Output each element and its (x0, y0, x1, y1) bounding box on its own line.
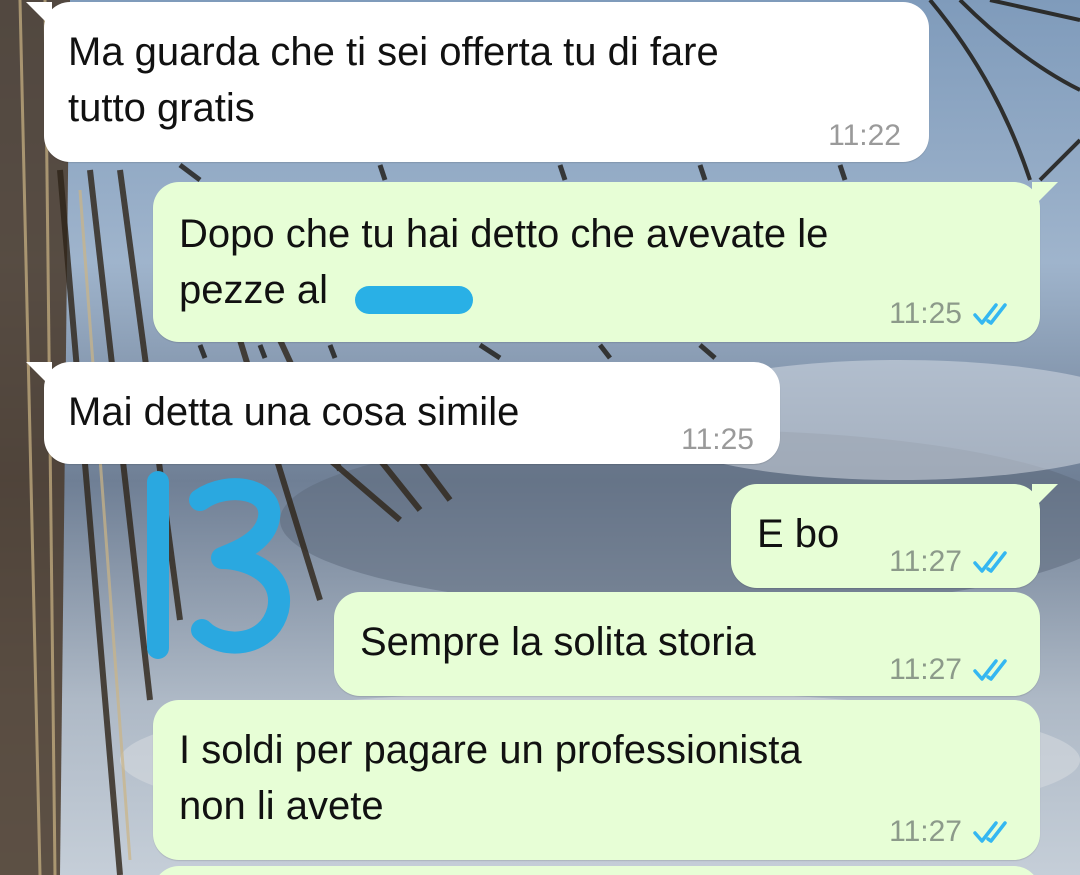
double-check-icon (973, 303, 1007, 325)
double-check-icon (973, 821, 1007, 843)
message-time: 11:27 (889, 545, 962, 578)
message-time: 11:25 (889, 297, 962, 330)
bubble-tail (26, 2, 52, 28)
redaction-scribble (355, 286, 473, 314)
bubble-tail (1032, 182, 1058, 208)
message-meta: 11:25 (681, 412, 754, 468)
chat-screen: Ma guarda che ti sei offerta tu di fare … (0, 0, 1080, 875)
message-text: Mai detta una cosa simile (68, 390, 520, 434)
bubble-tail (1032, 484, 1058, 510)
message-time: 11:27 (889, 653, 962, 686)
message-time: 11:27 (889, 815, 962, 848)
message-meta: 11:27 (889, 642, 1016, 698)
handwritten-annotation-13 (147, 471, 291, 659)
message-time: 11:25 (681, 423, 754, 456)
message-bubble-outgoing[interactable]: I soldi per pagare un professionista non… (153, 700, 1040, 860)
message-meta: 11:22 (828, 108, 901, 164)
message-bubble-incoming[interactable]: Mai detta una cosa simile 11:25 (26, 362, 780, 464)
message-text: I soldi per pagare un professionista non… (179, 728, 802, 828)
bubble-tail (26, 362, 52, 388)
message-text: E bo (757, 512, 840, 556)
message-time: 11:22 (828, 119, 901, 152)
message-bubble-incoming[interactable]: Ma guarda che ti sei offerta tu di fare … (26, 2, 929, 164)
double-check-icon (973, 659, 1007, 681)
double-check-icon (973, 551, 1007, 573)
message-bubble-outgoing[interactable]: Sempre la solita storia 11:27 (334, 592, 1040, 696)
message-bubble-outgoing-partial (153, 866, 1040, 875)
message-text: Ma guarda che ti sei offerta tu di fare … (68, 30, 719, 130)
message-text: Sempre la solita storia (360, 620, 756, 664)
message-bubble-outgoing[interactable]: Dopo che tu hai detto che avevate le pez… (153, 182, 1058, 342)
message-meta: 11:27 (889, 534, 1016, 590)
message-meta: 11:25 (889, 286, 1016, 342)
message-text: Dopo che tu hai detto che avevate le pez… (179, 212, 829, 312)
message-meta: 11:27 (889, 804, 1016, 860)
message-bubble-outgoing[interactable]: E bo 11:27 (731, 484, 1058, 590)
